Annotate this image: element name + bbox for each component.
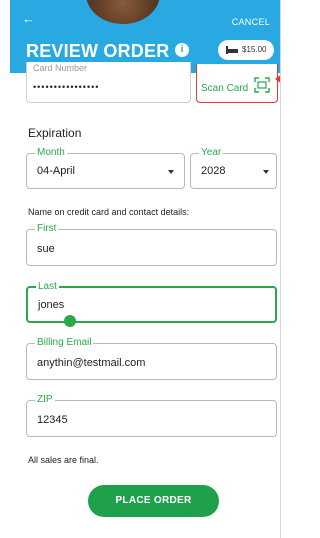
page-title: REVIEW ORDER	[26, 41, 170, 61]
checkout-screen: ← CANCEL REVIEW ORDER i $15.00 Card Numb…	[10, 0, 281, 538]
year-select[interactable]: Year 2028	[190, 147, 277, 189]
first-name-value: sue	[37, 243, 55, 255]
zip-value: 12345	[37, 414, 68, 426]
year-value: 2028	[201, 165, 226, 177]
card-number-value: ••••••••••••••••	[33, 82, 100, 92]
first-name-label: First	[35, 223, 59, 235]
contact-heading: Name on credit card and contact details:	[28, 207, 190, 217]
card-number-label: Card Number	[33, 63, 88, 73]
text-cursor-handle[interactable]	[64, 315, 76, 327]
first-name-field[interactable]: First sue	[26, 223, 277, 266]
cancel-button[interactable]: CANCEL	[232, 17, 270, 27]
card-number-field[interactable]: Card Number ••••••••••••••••	[26, 62, 191, 103]
month-label: Month	[35, 147, 67, 159]
cart-total: $15.00	[242, 45, 267, 54]
arrow-left-icon[interactable]: ←	[22, 12, 35, 25]
cart-icon	[226, 46, 238, 54]
place-order-button[interactable]: PLACE ORDER	[88, 485, 219, 517]
chevron-down-icon	[168, 170, 174, 174]
product-image	[86, 0, 160, 24]
billing-email-field[interactable]: Billing Email anythin@testmail.com	[26, 337, 277, 380]
zip-label: ZIP	[35, 394, 55, 406]
year-label: Year	[199, 147, 224, 159]
scan-card-label: Scan Card	[201, 83, 249, 94]
scan-card-icon	[254, 77, 270, 93]
pointer-arrow-icon	[275, 74, 280, 84]
last-name-label: Last	[36, 281, 59, 293]
month-select[interactable]: Month 04-April	[26, 147, 185, 189]
billing-email-label: Billing Email	[35, 337, 94, 349]
final-sale-note: All sales are final.	[28, 455, 99, 465]
info-icon[interactable]: i	[175, 43, 189, 57]
last-name-value: jones	[38, 299, 65, 311]
cart-total-button[interactable]: $15.00	[218, 40, 274, 60]
expiration-heading: Expiration	[28, 126, 82, 140]
zip-field[interactable]: ZIP 12345	[26, 394, 277, 437]
chevron-down-icon	[263, 170, 269, 174]
billing-email-value: anythin@testmail.com	[37, 357, 146, 369]
month-value: 04-April	[37, 165, 75, 177]
scan-card-button[interactable]: Scan Card	[196, 64, 278, 103]
